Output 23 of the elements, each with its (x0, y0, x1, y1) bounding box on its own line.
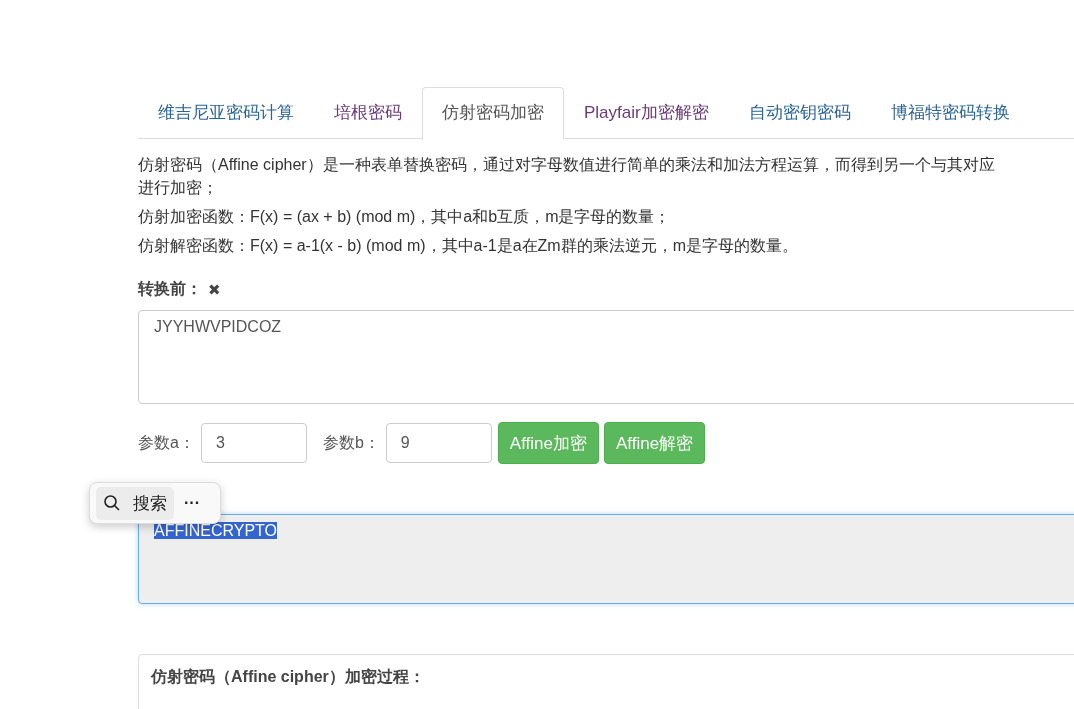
parameter-label: 参数a： (138, 432, 195, 453)
output-text: AFFINECRYPTO (154, 522, 277, 539)
tab[interactable]: 维吉尼亚密码计算 (138, 87, 314, 139)
formula-text: 仿射解密函数：F(x) = a-1(x - b) (mod m)，其中a-1是a在Zm群的乘法逆元，m是字母的数量。 (138, 236, 799, 256)
search-button[interactable]: 搜索 (96, 486, 174, 520)
search-icon (103, 494, 121, 512)
tab[interactable]: 培根密码 (314, 87, 422, 139)
formula-text: 仿射加密函数：F(x) = (ax + b) (mod m)，其中a和b互质，m是字母的数量； (138, 207, 672, 227)
tab[interactable]: Playfair加密解密 (564, 87, 729, 139)
tab[interactable]: 仿射密码加密 (422, 87, 564, 140)
parameter-field[interactable]: 9 (385, 423, 492, 463)
more-button[interactable]: ··· (184, 494, 200, 512)
tab[interactable]: 自动密钥密码 (728, 87, 871, 139)
description-text: 进行加密； (138, 178, 219, 198)
description-text: 仿射密码（Affine cipher）是一种表单替换密码，通过对字母数值进行简单的乘法和加法方程运算，而得到另一个与其对应 (138, 155, 996, 175)
clear-icon[interactable]: ✖ (208, 280, 221, 299)
input-field[interactable]: JYYHWVPIDCOZ (138, 310, 1074, 404)
output-field[interactable]: AFFINECRYPTO (138, 514, 1074, 604)
tab[interactable]: 博福特密码转换 (870, 87, 1030, 139)
parameter-label: 参数b： (322, 432, 380, 453)
input-label: 转换前： (138, 279, 202, 299)
parameter-field[interactable]: 3 (200, 423, 307, 463)
panel-title: 仿射密码（Affine cipher）加密过程： (151, 668, 425, 685)
